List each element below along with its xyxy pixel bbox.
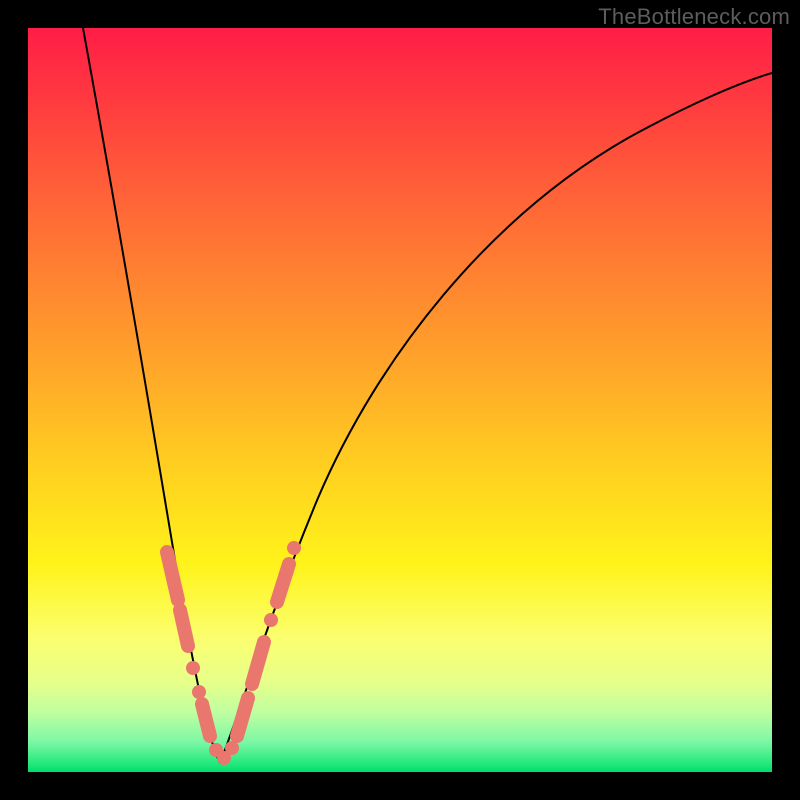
bottleneck-plot [28, 28, 772, 772]
marker-pill [252, 642, 264, 684]
marker-pill [180, 610, 188, 646]
marker-pill [237, 698, 248, 736]
marker-group [167, 541, 301, 765]
marker-dot [225, 741, 239, 755]
chart-frame [28, 28, 772, 772]
marker-pill [277, 564, 289, 602]
marker-dot [186, 661, 200, 675]
watermark-text: TheBottleneck.com [598, 4, 790, 30]
marker-pill [167, 552, 178, 600]
marker-dot [192, 685, 206, 699]
curve-right [220, 73, 772, 763]
curve-left [83, 28, 220, 763]
marker-pill [202, 704, 210, 736]
marker-dot [287, 541, 301, 555]
marker-dot [264, 613, 278, 627]
